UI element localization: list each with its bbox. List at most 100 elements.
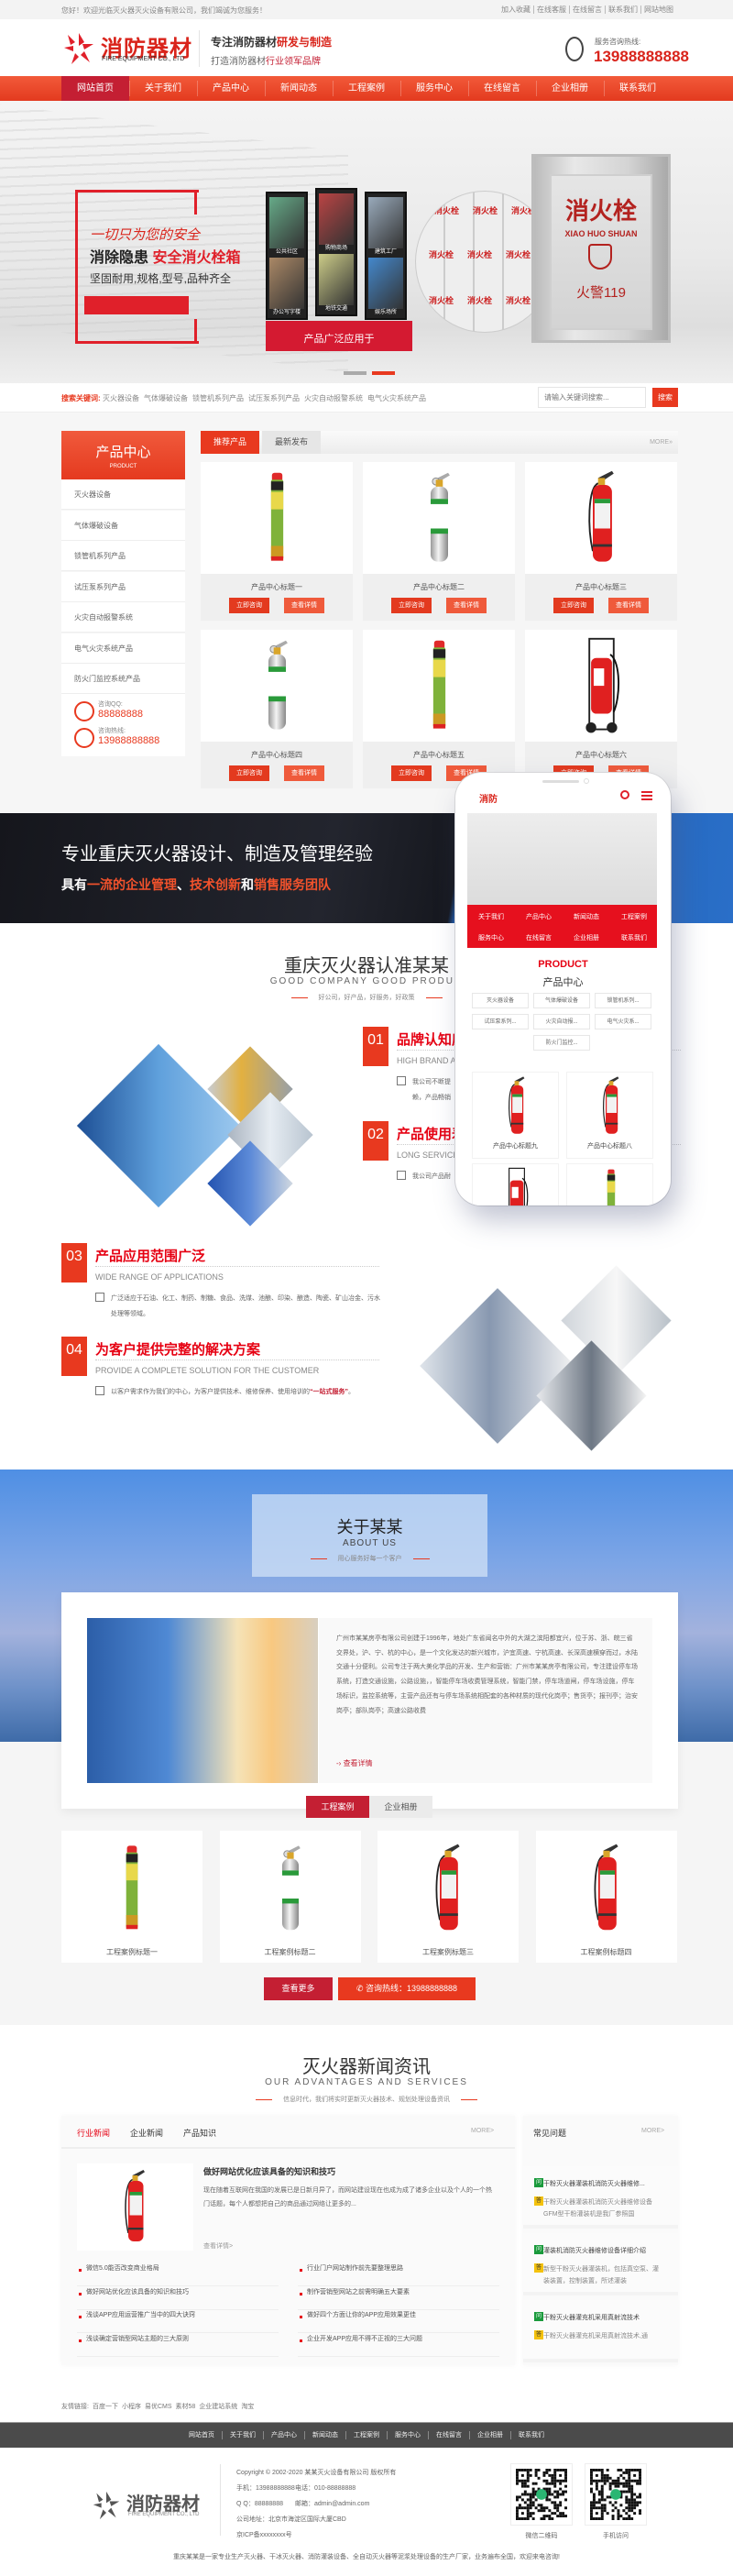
- mobile-nav-item[interactable]: 关于我们: [467, 912, 515, 921]
- footer-nav-item[interactable]: 新闻动态: [304, 2431, 345, 2439]
- search-keyword[interactable]: 火灾自动报警系统: [304, 393, 363, 403]
- news-more-link[interactable]: MORE>: [471, 2128, 494, 2134]
- case-tab[interactable]: 企业相册: [369, 1796, 432, 1818]
- sidebar-category[interactable]: 气体爆破设备: [61, 510, 185, 541]
- sidebar-category[interactable]: 灭火器设备: [61, 479, 185, 510]
- search-button[interactable]: 搜索: [652, 388, 678, 407]
- product-title[interactable]: 产品中心标题一: [201, 582, 353, 592]
- product-tab[interactable]: 推荐产品: [201, 431, 259, 454]
- friend-link[interactable]: 淘宝: [241, 2402, 254, 2411]
- search-input[interactable]: [538, 387, 646, 408]
- product-title[interactable]: 产品中心标题四: [201, 750, 353, 760]
- product-card[interactable]: 产品中心标题六立即咨询查看详情: [525, 630, 677, 788]
- mobile-nav-item[interactable]: 工程案例: [610, 912, 658, 921]
- news-list-item[interactable]: 做好网站优化应该具备的知识和技巧: [77, 2287, 279, 2310]
- news-featured-image[interactable]: [77, 2163, 193, 2251]
- hero-banner[interactable]: 一切只为您的安全 消除隐患 安全消火栓箱 坚固耐用,规格,型号,品种齐全 公共社…: [0, 101, 733, 383]
- mobile-category-chip[interactable]: 防火门监控...: [533, 1035, 590, 1051]
- footer-icp[interactable]: 京ICP备xxxxxxxx号: [236, 2530, 292, 2539]
- sidebar-category[interactable]: 锁管机系列产品: [61, 541, 185, 571]
- news-list-item[interactable]: 制作营销型网站之前需明确五大要素: [298, 2287, 499, 2310]
- friend-link[interactable]: 企业建站系统: [199, 2402, 237, 2411]
- search-keyword[interactable]: 锁管机系列产品: [192, 393, 244, 403]
- slide-dot[interactable]: [344, 371, 366, 375]
- nav-item[interactable]: 在线留言: [468, 76, 536, 101]
- news-featured-more[interactable]: 查看详情>: [203, 2241, 233, 2251]
- top-link[interactable]: 网站地图: [640, 6, 676, 14]
- mobile-product-card[interactable]: 产品中心标题八: [566, 1072, 653, 1159]
- nav-item[interactable]: 产品中心: [197, 76, 265, 101]
- faq-more-link[interactable]: MORE>: [641, 2128, 664, 2134]
- detail-button[interactable]: 查看详情: [284, 598, 324, 613]
- footer-nav-item[interactable]: 企业相册: [469, 2431, 510, 2439]
- product-card[interactable]: 产品中心标题五 立即咨询 查看详情: [363, 630, 515, 788]
- case-card[interactable]: 工程案例标题二: [219, 1831, 361, 1963]
- case-card[interactable]: 工程案例标题三: [377, 1831, 519, 1963]
- top-link[interactable]: 在线留言: [569, 6, 605, 14]
- product-title[interactable]: 产品中心标题六: [525, 750, 677, 760]
- footer-nav-item[interactable]: 产品中心: [263, 2431, 304, 2439]
- top-link[interactable]: 加入收藏: [498, 6, 533, 14]
- nav-item[interactable]: 服务中心: [400, 76, 468, 101]
- news-list-item[interactable]: 浅谈APP应用运营推广当中的四大诀窍: [77, 2310, 279, 2333]
- footer-nav-item[interactable]: 联系我们: [510, 2431, 552, 2439]
- search-keyword[interactable]: 气体爆破设备: [144, 393, 188, 403]
- nav-item[interactable]: 新闻动态: [265, 76, 333, 101]
- search-icon[interactable]: [620, 790, 629, 799]
- search-keyword[interactable]: 灭火器设备: [103, 393, 139, 403]
- search-keyword[interactable]: 电气火灾系统产品: [367, 393, 426, 403]
- mobile-nav-item[interactable]: 在线留言: [515, 933, 563, 942]
- consult-button[interactable]: 立即咨询: [553, 598, 594, 613]
- more-link[interactable]: MORE»: [650, 439, 673, 446]
- footer-nav-item[interactable]: 在线留言: [428, 2431, 469, 2439]
- product-card[interactable]: 产品中心标题四 立即咨询 查看详情: [201, 630, 353, 788]
- friend-link[interactable]: 小程序: [122, 2402, 141, 2411]
- menu-icon[interactable]: [641, 791, 652, 800]
- footer-nav-item[interactable]: 关于我们: [222, 2431, 263, 2439]
- consult-button[interactable]: 立即咨询: [391, 765, 432, 781]
- product-card[interactable]: 产品中心标题三 立即咨询 查看详情: [525, 462, 677, 621]
- mobile-category-chip[interactable]: 锁管机系列...: [595, 993, 651, 1008]
- product-card[interactable]: 产品中心标题一立即咨询 查看详情: [201, 462, 353, 621]
- consult-button[interactable]: 立即咨询: [229, 598, 269, 613]
- news-list-item[interactable]: 行业门户网站制作前先要整理思路: [298, 2263, 499, 2286]
- view-more-button[interactable]: 查看更多: [264, 1977, 333, 2000]
- detail-button[interactable]: 查看详情: [446, 598, 487, 613]
- footer-nav-item[interactable]: 工程案例: [345, 2431, 387, 2439]
- case-tab[interactable]: 工程案例: [306, 1796, 369, 1818]
- mobile-nav-item[interactable]: 企业相册: [563, 933, 610, 942]
- nav-item[interactable]: 网站首页: [61, 76, 129, 101]
- sidebar-category[interactable]: 试压泵系列产品: [61, 571, 185, 602]
- product-card[interactable]: 产品中心标题二 立即咨询 查看详情: [363, 462, 515, 621]
- consult-button[interactable]: 立即咨询: [229, 765, 269, 781]
- product-tab[interactable]: 最新发布: [262, 431, 321, 454]
- nav-item[interactable]: 关于我们: [129, 76, 197, 101]
- about-more-link[interactable]: -› 查看详情: [336, 1758, 373, 1768]
- top-link[interactable]: 在线客服: [533, 6, 569, 14]
- footer-nav-item[interactable]: 网站首页: [181, 2431, 222, 2439]
- mobile-category-chip[interactable]: 试压泵系列...: [472, 1014, 529, 1029]
- news-featured-title[interactable]: 做好网站优化应该具备的知识和技巧: [203, 2165, 335, 2177]
- news-tab[interactable]: 行业新闻: [77, 2127, 110, 2139]
- news-list-item[interactable]: 做好四个方面让你的APP应用效果更佳: [298, 2310, 499, 2333]
- faq-item[interactable]: 问干粉灭火器灌装机消防灭火器维修... 答干粉灭火器灌装机消防灭火器维修设备 GF…: [523, 2166, 678, 2229]
- detail-button[interactable]: 查看详情: [608, 598, 649, 613]
- product-title[interactable]: 产品中心标题五: [363, 750, 515, 760]
- mobile-nav-item[interactable]: 新闻动态: [563, 912, 610, 921]
- friend-link[interactable]: 百度一下: [93, 2402, 118, 2411]
- hotline-button[interactable]: ✆ 咨询热线：13988888888: [338, 1977, 476, 2000]
- mobile-category-chip[interactable]: 火灾自动报...: [533, 1014, 590, 1029]
- search-keyword[interactable]: 试压泵系列产品: [248, 393, 300, 403]
- slide-dot-active[interactable]: [372, 371, 395, 375]
- news-list-item[interactable]: 微信5.0能否改变商业格局: [77, 2263, 279, 2286]
- mobile-nav-item[interactable]: 产品中心: [515, 912, 563, 921]
- nav-item[interactable]: 工程案例: [333, 76, 400, 101]
- faq-item[interactable]: 问灌装机消防灭火器维修设备详细介绍答新型干粉灭火器灌装机，包括真空泵、灌装装置，…: [523, 2233, 678, 2295]
- news-tab[interactable]: 企业新闻: [130, 2127, 163, 2139]
- mobile-nav-item[interactable]: 联系我们: [610, 933, 658, 942]
- mobile-product-card[interactable]: [566, 1163, 653, 1205]
- mobile-category-chip[interactable]: 气体爆破设备: [533, 993, 590, 1008]
- sidebar-category[interactable]: 火灾自动报警系统: [61, 602, 185, 633]
- case-card[interactable]: 工程案例标题一: [61, 1831, 202, 1963]
- top-link[interactable]: 联系我们: [605, 6, 640, 14]
